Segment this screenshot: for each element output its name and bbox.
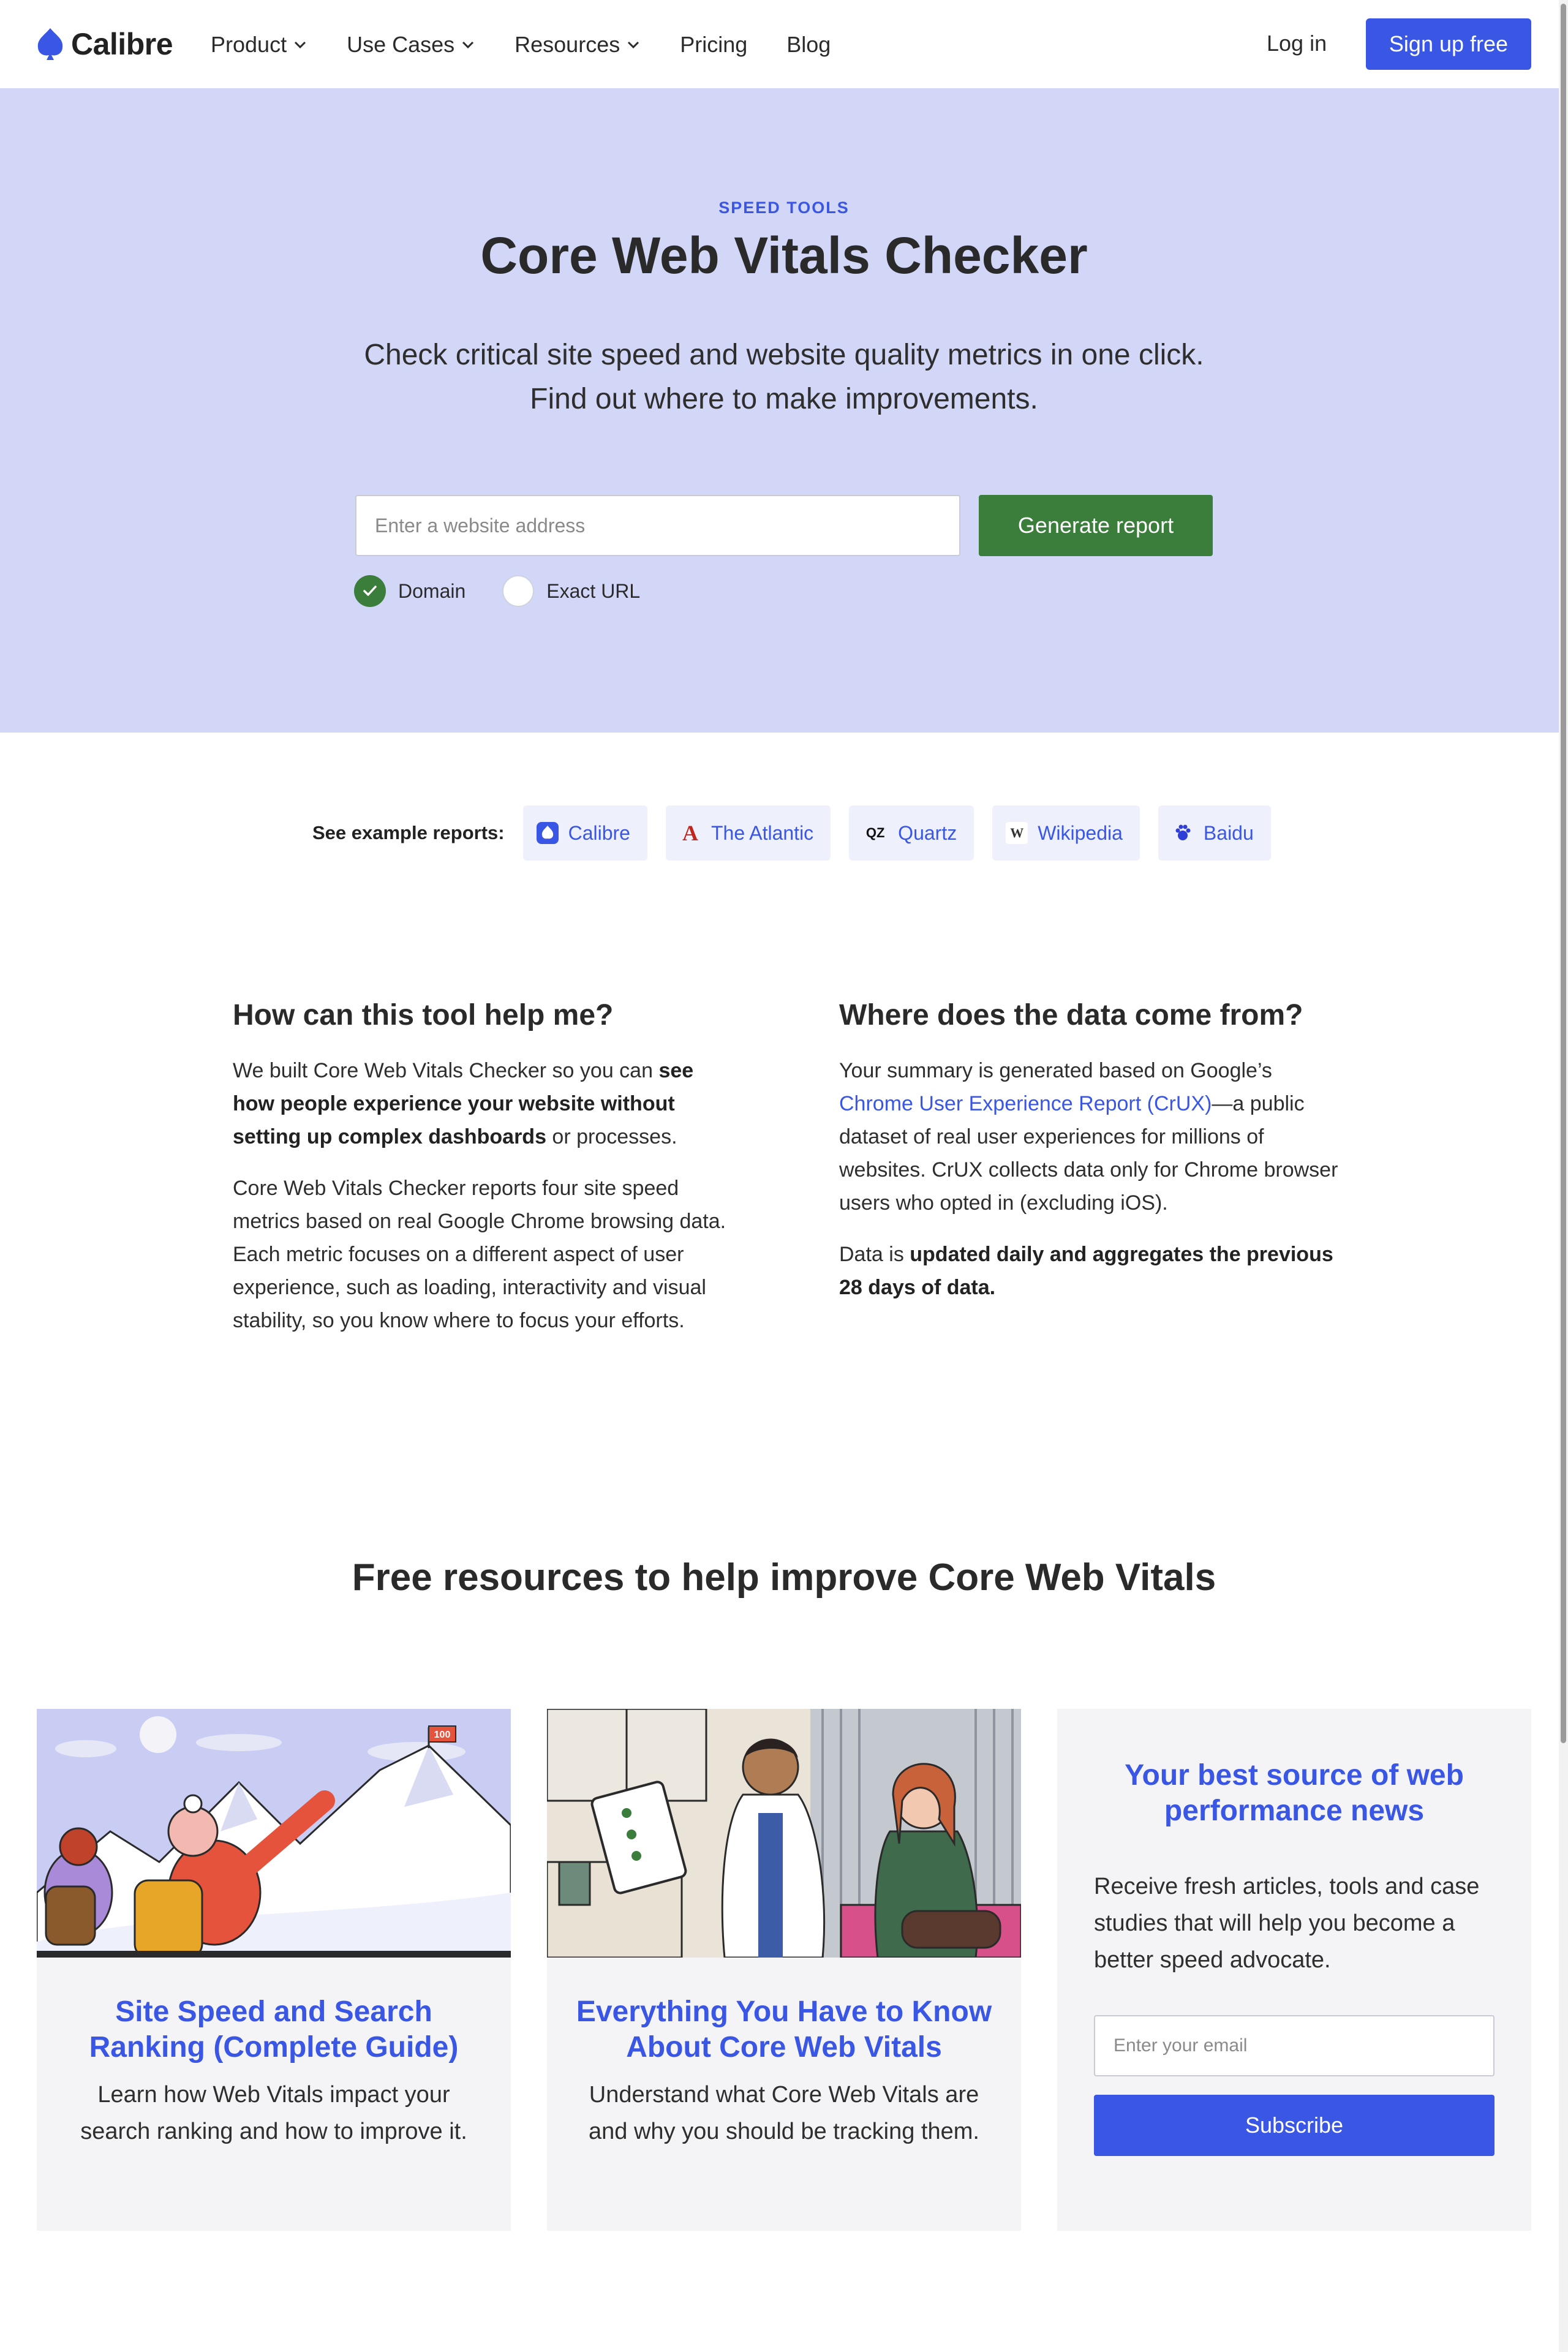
- nav-use-cases[interactable]: Use Cases: [347, 32, 475, 58]
- help-paragraph-1: We built Core Web Vitals Checker so you …: [233, 1054, 735, 1153]
- example-report-calibre-label: Calibre: [568, 821, 630, 844]
- newsletter-card: Your best source of web performance news…: [1057, 1709, 1531, 2231]
- data-source-section: Where does the data come from? Your summ…: [839, 998, 1341, 1322]
- example-report-quartz-label: Quartz: [898, 821, 957, 844]
- help-paragraph-2: Core Web Vitals Checker reports four sit…: [233, 1177, 726, 1332]
- example-report-baidu[interactable]: Baidu: [1158, 805, 1271, 861]
- help-p1-text: We built Core Web Vitals Checker so you …: [233, 1059, 659, 1082]
- resource-card-description: Learn how Web Vitals impact your search …: [80, 2082, 467, 2144]
- exact-url-radio-label[interactable]: Exact URL: [546, 580, 640, 603]
- nav-product[interactable]: Product: [211, 32, 307, 58]
- resources-heading: Free resources to help improve Core Web …: [352, 1556, 1216, 1599]
- check-icon: [363, 586, 377, 596]
- nav-pricing[interactable]: Pricing: [680, 32, 747, 58]
- page-title: Core Web Vitals Checker: [480, 227, 1088, 284]
- nav-resources-label: Resources: [514, 32, 620, 57]
- domain-radio-label[interactable]: Domain: [398, 580, 466, 603]
- hero-section: SPEED TOOLS Core Web Vitals Checker Chec…: [0, 88, 1559, 733]
- example-report-baidu-label: Baidu: [1203, 821, 1254, 844]
- data-source-p1-text: Your summary is generated based on Googl…: [839, 1059, 1272, 1082]
- quartz-logo-icon: QZ: [865, 825, 885, 840]
- example-reports: See example reports: Calibre A The Atlan…: [312, 805, 1289, 861]
- nav-use-cases-label: Use Cases: [347, 32, 455, 57]
- baidu-logo-icon: [1172, 822, 1194, 844]
- nav-blog-label: Blog: [786, 32, 831, 57]
- newsletter-description: Receive fresh articles, tools and case s…: [1094, 1874, 1480, 1973]
- mountain-hikers-illustration: 100: [37, 1709, 511, 1958]
- help-heading: How can this tool help me?: [233, 999, 614, 1031]
- brand-name: Calibre: [71, 27, 173, 61]
- example-report-wikipedia[interactable]: W Wikipedia: [992, 805, 1140, 861]
- nav-blog[interactable]: Blog: [786, 32, 831, 58]
- chevron-down-icon: [628, 41, 639, 49]
- generate-report-button[interactable]: Generate report: [979, 495, 1213, 556]
- resource-card-site-speed[interactable]: 100 Site Speed and Search Ranking (Compl…: [37, 1709, 511, 2231]
- scrollbar-thumb[interactable]: [1561, 4, 1566, 1743]
- hero-subtitle-line-1: Check critical site speed and website qu…: [364, 339, 1204, 371]
- subscribe-button[interactable]: Subscribe: [1094, 2095, 1494, 2156]
- data-source-paragraph-2: Data is updated daily and aggregates the…: [839, 1238, 1341, 1304]
- doctor-patient-illustration: [547, 1709, 1021, 1958]
- atlantic-logo-icon: A: [682, 821, 698, 845]
- example-reports-label: See example reports:: [312, 822, 505, 843]
- domain-radio[interactable]: [354, 575, 386, 607]
- data-source-heading: Where does the data come from?: [839, 999, 1303, 1031]
- signup-button[interactable]: Sign up free: [1366, 18, 1531, 70]
- page-scrollbar[interactable]: [1559, 0, 1568, 2352]
- example-report-the-atlantic[interactable]: A The Atlantic: [665, 805, 831, 861]
- calibre-logo-icon: [536, 822, 559, 844]
- data-source-p2-bold: updated daily and aggregates the previou…: [839, 1243, 1333, 1299]
- example-report-quartz[interactable]: QZ Quartz: [849, 805, 974, 861]
- chevron-down-icon: [462, 41, 474, 49]
- main-menu: Product Use Cases Resources Pricing Blog: [211, 29, 870, 60]
- nav-resources[interactable]: Resources: [514, 32, 641, 58]
- nav-product-label: Product: [211, 32, 287, 57]
- help-section: How can this tool help me? We built Core…: [233, 998, 735, 1355]
- data-source-paragraph-1: Your summary is generated based on Googl…: [839, 1054, 1341, 1219]
- resource-card-core-web-vitals[interactable]: Everything You Have to Know About Core W…: [547, 1709, 1021, 2231]
- nav-pricing-label: Pricing: [680, 32, 748, 57]
- help-p1-tail: or processes.: [546, 1125, 677, 1148]
- email-field[interactable]: [1094, 2015, 1494, 2076]
- top-navigation: Calibre Product Use Cases Resources Pric…: [0, 0, 1568, 88]
- hero-eyebrow: SPEED TOOLS: [718, 198, 850, 217]
- flag-score-label: 100: [434, 1730, 451, 1740]
- website-url-input[interactable]: [355, 495, 960, 556]
- example-report-the-atlantic-label: The Atlantic: [710, 821, 814, 844]
- hero-subtitle-line-2: Find out where to make improvements.: [530, 383, 1038, 415]
- data-source-p2-text: Data is: [839, 1243, 910, 1266]
- scope-radio-group: Domain Exact URL: [354, 575, 677, 608]
- newsletter-title: Your best source of web performance news: [1125, 1759, 1464, 1827]
- brand-logo[interactable]: Calibre: [36, 26, 173, 62]
- resource-card-title[interactable]: Site Speed and Search Ranking (Complete …: [61, 1994, 486, 2065]
- chevron-down-icon: [295, 41, 306, 49]
- login-link[interactable]: Log in: [1267, 31, 1327, 56]
- exact-url-radio[interactable]: [502, 575, 535, 607]
- example-report-wikipedia-label: Wikipedia: [1038, 821, 1123, 844]
- example-report-calibre[interactable]: Calibre: [522, 805, 647, 861]
- hero-subtitle: Check critical site speed and website qu…: [0, 333, 1568, 421]
- wikipedia-logo-icon: W: [1006, 822, 1028, 844]
- calibre-logo-icon: [37, 28, 63, 60]
- resource-card-title[interactable]: Everything You Have to Know About Core W…: [571, 1994, 997, 2065]
- resource-card-description: Understand what Core Web Vitals are and …: [589, 2082, 979, 2144]
- crux-link[interactable]: Chrome User Experience Report (CrUX): [839, 1092, 1212, 1115]
